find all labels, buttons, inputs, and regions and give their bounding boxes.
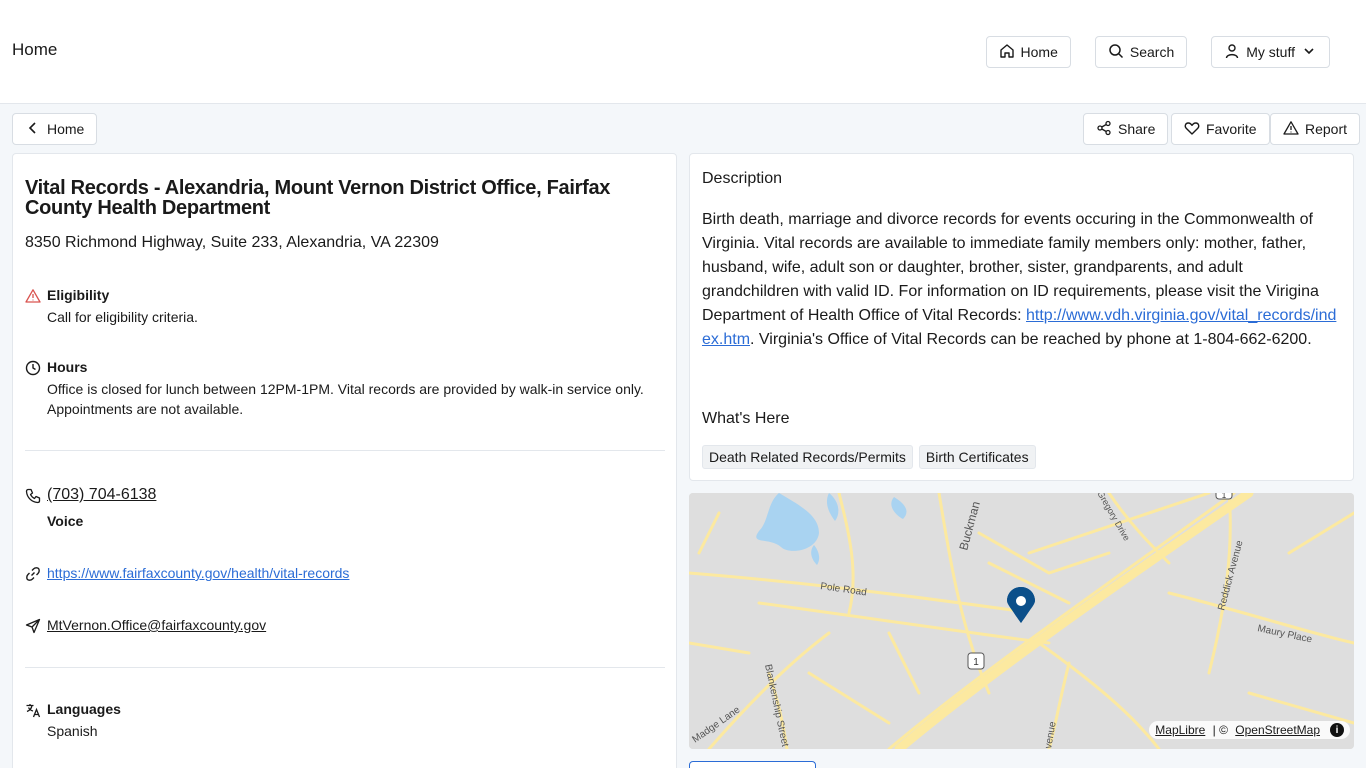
search-icon: [1108, 43, 1124, 62]
warning-icon: [1283, 120, 1299, 139]
listing-title: Vital Records - Alexandria, Mount Vernon…: [25, 177, 611, 219]
attribution-separator: | ©: [1209, 723, 1232, 737]
home-logo-link[interactable]: Home: [12, 40, 57, 60]
partial-action-button[interactable]: [689, 761, 816, 768]
phone-section: (703) 704-6138 Voice: [25, 486, 156, 530]
link-icon: [25, 566, 41, 582]
nav-home-label: Home: [1020, 44, 1058, 60]
phone-icon: [25, 488, 41, 504]
heart-icon: [1184, 120, 1200, 139]
route-shield-icon: 1: [1215, 493, 1233, 500]
maplibre-link[interactable]: MapLibre: [1155, 723, 1205, 737]
website-link[interactable]: https://www.fairfaxcounty.gov/health/vit…: [47, 565, 349, 581]
eligibility-label: Eligibility: [47, 287, 110, 303]
phone-link[interactable]: (703) 704-6138: [47, 486, 156, 503]
tag-birth-certificates[interactable]: Birth Certificates: [918, 445, 1036, 469]
location-map[interactable]: Buckman Gregory Drive Pole Road Reddick …: [689, 493, 1354, 749]
share-button[interactable]: Share: [1083, 113, 1169, 145]
description-text: Birth death, marriage and divorce record…: [702, 208, 1342, 352]
map-attribution: MapLibre | © OpenStreetMap i: [1149, 721, 1350, 739]
info-icon[interactable]: i: [1330, 723, 1344, 737]
route-shield-icon: 1: [967, 652, 985, 670]
route-number-top: 1: [1222, 493, 1227, 500]
languages-section: Languages Spanish: [25, 700, 121, 741]
hours-section: Hours Office is closed for lunch between…: [25, 358, 655, 419]
listing-details-card: Vital Records - Alexandria, Mount Vernon…: [12, 153, 677, 768]
favorite-label: Favorite: [1206, 121, 1257, 137]
nav-search-label: Search: [1129, 44, 1175, 60]
report-button[interactable]: Report: [1270, 113, 1361, 145]
chevron-left-icon: [25, 120, 41, 139]
phone-type-label: Voice: [47, 513, 84, 529]
map-canvas[interactable]: Buckman Gregory Drive Pole Road Reddick …: [689, 493, 1354, 749]
description-text-after: . Virginia's Office of Vital Records can…: [750, 331, 1312, 348]
share-icon: [1096, 120, 1112, 139]
openstreetmap-link[interactable]: OpenStreetMap: [1235, 723, 1320, 737]
logo-alt-text: Home: [12, 40, 58, 59]
eligibility-text: Call for eligibility criteria.: [47, 309, 198, 325]
top-nav: Home Search My stuff: [985, 36, 1330, 68]
back-home-button[interactable]: Home: [12, 113, 98, 145]
nav-my-stuff-label: My stuff: [1246, 44, 1295, 60]
nav-my-stuff-button[interactable]: My stuff: [1211, 36, 1330, 68]
section-divider: [25, 667, 665, 668]
favorite-button[interactable]: Favorite: [1171, 113, 1270, 145]
share-label: Share: [1118, 121, 1156, 137]
nav-search-button[interactable]: Search: [1094, 36, 1188, 68]
route-number: 1: [973, 657, 979, 668]
tag-death-records[interactable]: Death Related Records/Permits: [702, 445, 913, 469]
website-section: https://www.fairfaxcounty.gov/health/vit…: [25, 564, 349, 582]
alert-triangle-icon: [25, 288, 41, 304]
hours-text: Office is closed for lunch between 12PM-…: [47, 381, 644, 417]
send-icon: [25, 618, 41, 634]
site-header: Home Home Search My stuff: [0, 0, 1366, 104]
hours-label: Hours: [47, 359, 88, 375]
listing-address: 8350 Richmond Highway, Suite 233, Alexan…: [25, 234, 439, 251]
whats-here-heading: What's Here: [702, 410, 790, 427]
translate-icon: [25, 702, 41, 718]
languages-label: Languages: [47, 701, 121, 717]
house-icon: [999, 43, 1015, 62]
languages-text: Spanish: [47, 723, 98, 739]
report-label: Report: [1305, 121, 1348, 137]
email-section: MtVernon.Office@fairfaxcounty.gov: [25, 616, 266, 634]
section-divider: [25, 450, 665, 451]
service-tags: Death Related Records/Permits Birth Cert…: [702, 445, 1036, 469]
chevron-down-icon: [1301, 43, 1317, 62]
description-heading: Description: [702, 170, 783, 187]
back-home-label: Home: [47, 121, 85, 137]
nav-home-button[interactable]: Home: [985, 36, 1071, 68]
email-link[interactable]: MtVernon.Office@fairfaxcounty.gov: [47, 617, 266, 633]
clock-icon: [25, 360, 41, 376]
user-icon: [1224, 43, 1240, 62]
eligibility-section: Eligibility Call for eligibility criteri…: [25, 286, 198, 327]
description-card: Description Birth death, marriage and di…: [689, 153, 1354, 481]
